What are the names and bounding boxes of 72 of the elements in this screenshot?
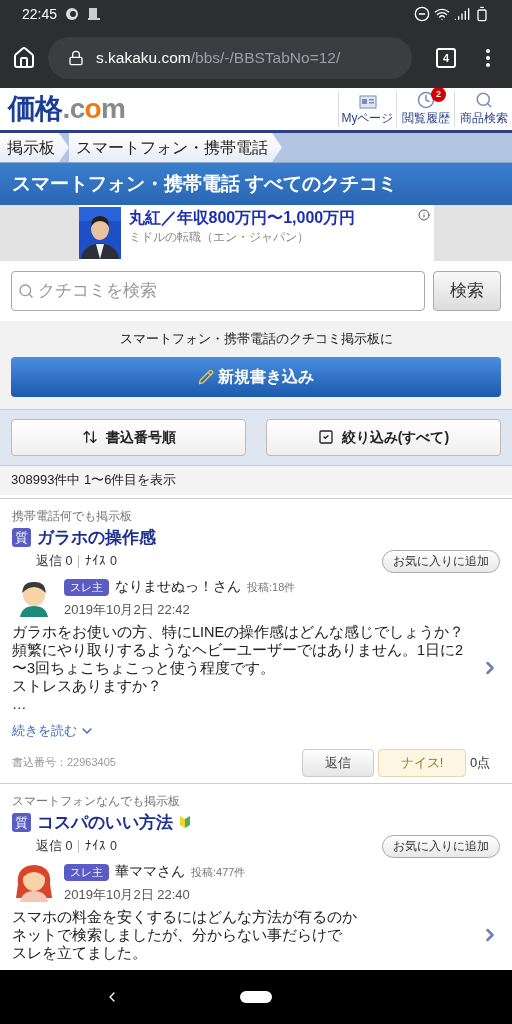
status-time: 22:45: [22, 4, 58, 24]
sort-icon: [81, 429, 98, 445]
post-date: 2019年10月2日 22:42: [64, 600, 191, 619]
reply-count: 返信 0: [36, 553, 73, 571]
post-text: ストレスありますか？: [12, 677, 162, 695]
page-title: スマートフォン・携帯電話 すべてのクチコミ: [12, 171, 398, 196]
nice-count: ﾅｲｽ 0: [85, 553, 117, 571]
site-logo[interactable]: 価格.com: [8, 95, 126, 123]
thread-starter-badge: スレ主: [64, 863, 109, 881]
result-count: 308993件中 1〜6件目を表示: [11, 471, 177, 490]
wifi-icon: [434, 6, 450, 22]
clock-icon: [416, 91, 435, 109]
home-icon[interactable]: [12, 46, 36, 70]
checkbox-icon: [317, 429, 334, 445]
do-not-disturb-icon: [414, 6, 430, 22]
breadcrumb-link[interactable]: スマートフォン・携帯電話: [69, 133, 282, 162]
board-name[interactable]: 携帯電話何でも掲示板: [12, 506, 500, 525]
notification-icon: [65, 7, 80, 21]
ad-headline[interactable]: 丸紅／年収800万円〜1,000万円: [128, 207, 356, 229]
new-post-button[interactable]: 新規書き込み: [11, 356, 501, 397]
sort-button[interactable]: 書込番号順: [11, 418, 246, 456]
post-text: ネットで検索しましたが、分からない事だらけで: [12, 926, 342, 944]
post-text: ガラホをお使いの方、特にLINEの操作感はどんな感じでしょうか？: [12, 623, 465, 641]
pencil-icon: [198, 368, 214, 385]
reply-count: 返信 0: [36, 838, 73, 856]
header-nav-item[interactable]: Myページ: [338, 91, 396, 127]
board-name[interactable]: スマートフォンなんでも掲示板: [12, 791, 500, 810]
header-nav-item[interactable]: 閲覧履歴 2: [396, 91, 454, 127]
post-text: 頻繁にやり取りするようなヘビーユーザーではありません。1日に2: [12, 641, 464, 659]
post-date: 2019年10月2日 22:40: [64, 885, 191, 904]
search-icon: [18, 283, 34, 299]
tab-count-button[interactable]: 4: [436, 48, 456, 68]
reply-button[interactable]: 返信: [302, 748, 374, 777]
ad-banner[interactable]: 丸紅／年収800万円〜1,000万円 ミドルの転職（エン・ジャパン）: [78, 205, 434, 261]
notification-badge: 2: [431, 88, 446, 102]
search-icon: [474, 91, 493, 109]
thread-title[interactable]: コスパのいい方法: [37, 809, 173, 835]
post-count: 投稿:477件: [191, 865, 246, 881]
header-nav-item[interactable]: 商品検索: [454, 91, 512, 127]
nice-button[interactable]: ナイス!: [378, 748, 466, 777]
favorite-button[interactable]: お気に入りに追加: [382, 550, 500, 574]
battery-icon: [474, 6, 490, 22]
author-name[interactable]: 華ママさん: [115, 862, 185, 883]
post-text: スマホの料金を安くするにはどんな方法が有るのか: [12, 908, 357, 926]
new-post-caption: スマートフォン・携帯電話のクチコミ掲示板に: [119, 330, 393, 348]
filter-button[interactable]: 絞り込み(すべて): [266, 418, 501, 456]
nice-count: ﾅｲｽ 0: [85, 838, 117, 856]
lock-icon: [68, 50, 84, 66]
url-text: s.kakaku.com/bbs/-/BBSTabNo=12/: [96, 48, 341, 69]
question-tag: 質: [12, 812, 31, 832]
question-tag: 質: [12, 527, 31, 547]
notification-icon: [87, 7, 102, 21]
thread-title[interactable]: ガラホの操作感: [37, 524, 156, 550]
search-field[interactable]: クチコミを検索: [11, 271, 425, 311]
info-icon[interactable]: [417, 209, 430, 221]
address-bar[interactable]: s.kakaku.com/bbs/-/BBSTabNo=12/: [48, 37, 412, 79]
post-text: …: [12, 695, 27, 713]
read-more-link[interactable]: 続きを読む: [12, 721, 500, 741]
home-pill[interactable]: [240, 991, 272, 1003]
post-text: 〜3回ちょこちょこっと使う程度です。: [12, 659, 276, 677]
post-number: 書込番号：22963405: [12, 755, 116, 771]
post-count: 投稿:18件: [247, 580, 296, 596]
ad-subtext: ミドルの転職（エン・ジャパン）: [128, 230, 310, 245]
page-icon: [358, 95, 377, 109]
thread-starter-badge: スレ主: [64, 578, 109, 596]
favorite-button[interactable]: お気に入りに追加: [382, 835, 500, 859]
points: 0点: [470, 753, 492, 772]
search-button[interactable]: 検索: [433, 271, 501, 311]
breadcrumb-link[interactable]: 掲示板: [0, 133, 69, 162]
author-name[interactable]: なりませぬっ！さん: [115, 577, 241, 598]
signal-icon: [454, 6, 470, 22]
post-text: スレを立てました。: [12, 944, 147, 962]
